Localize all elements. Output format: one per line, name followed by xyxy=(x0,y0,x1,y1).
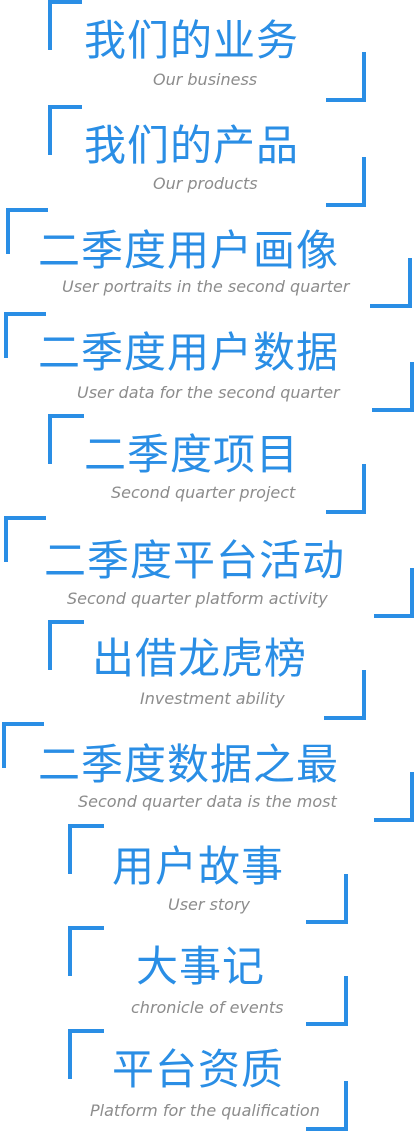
section-our-products: 我们的产品 Our products xyxy=(0,105,416,208)
section-title: 我们的业务 xyxy=(84,16,300,65)
section-subtitle: Second quarter project xyxy=(111,483,296,502)
bracket-bottom-right xyxy=(374,568,414,618)
section-investment-ability: 出借龙虎榜 Investment ability xyxy=(0,620,416,722)
section-our-business: 我们的业务 Our business xyxy=(0,0,416,105)
section-subtitle: Our business xyxy=(153,70,258,89)
bracket-bottom-right xyxy=(372,362,414,412)
section-title: 二季度用户画像 xyxy=(38,226,340,275)
section-subtitle: Second quarter data is the most xyxy=(78,792,337,811)
section-title: 用户故事 xyxy=(112,842,285,891)
section-data-most: 二季度数据之最 Second quarter data is the most xyxy=(0,722,416,824)
bracket-bottom-right xyxy=(370,258,412,308)
section-subtitle: chronicle of events xyxy=(131,998,284,1017)
section-title: 我们的产品 xyxy=(84,121,300,170)
bracket-top-left xyxy=(68,824,104,874)
bracket-top-left xyxy=(4,516,46,562)
section-subtitle: User data for the second quarter xyxy=(77,383,340,402)
section-user-portraits: 二季度用户画像 User portraits in the second qua… xyxy=(0,208,416,312)
section-subtitle: User story xyxy=(168,895,250,914)
section-subtitle: Our products xyxy=(153,174,258,193)
section-subtitle: Second quarter platform activity xyxy=(67,589,328,608)
section-title: 大事记 xyxy=(136,942,266,991)
bracket-top-left xyxy=(48,105,82,155)
bracket-top-left xyxy=(68,926,104,976)
bracket-bottom-right xyxy=(326,464,366,514)
bracket-bottom-right xyxy=(306,874,348,924)
section-title: 出借龙虎榜 xyxy=(92,634,308,683)
bracket-top-left xyxy=(68,1029,104,1079)
section-title: 二季度平台活动 xyxy=(44,536,346,585)
bracket-top-left xyxy=(48,414,84,464)
section-subtitle: Investment ability xyxy=(140,689,285,708)
section-title: 二季度数据之最 xyxy=(38,740,340,789)
section-qualification: 平台资质 Platform for the qualification xyxy=(0,1029,416,1133)
bracket-bottom-right xyxy=(326,157,366,207)
section-subtitle: User portraits in the second quarter xyxy=(62,277,350,296)
bracket-bottom-right xyxy=(306,1081,348,1131)
section-subtitle: Platform for the qualification xyxy=(90,1101,320,1120)
section-chronicle: 大事记 chronicle of events xyxy=(0,926,416,1029)
bracket-top-left xyxy=(48,620,84,670)
bracket-top-left xyxy=(48,0,82,50)
section-title: 平台资质 xyxy=(112,1045,285,1094)
section-quarter-project: 二季度项目 Second quarter project xyxy=(0,414,416,516)
section-title: 二季度用户数据 xyxy=(38,328,340,377)
bracket-bottom-right xyxy=(374,772,414,822)
section-user-story: 用户故事 User story xyxy=(0,824,416,926)
section-user-data: 二季度用户数据 User data for the second quarter xyxy=(0,312,416,414)
section-title: 二季度项目 xyxy=(84,430,300,479)
bracket-bottom-right xyxy=(324,670,366,720)
bracket-bottom-right xyxy=(326,52,366,102)
bracket-bottom-right xyxy=(306,976,348,1026)
section-platform-activity: 二季度平台活动 Second quarter platform activity xyxy=(0,516,416,620)
